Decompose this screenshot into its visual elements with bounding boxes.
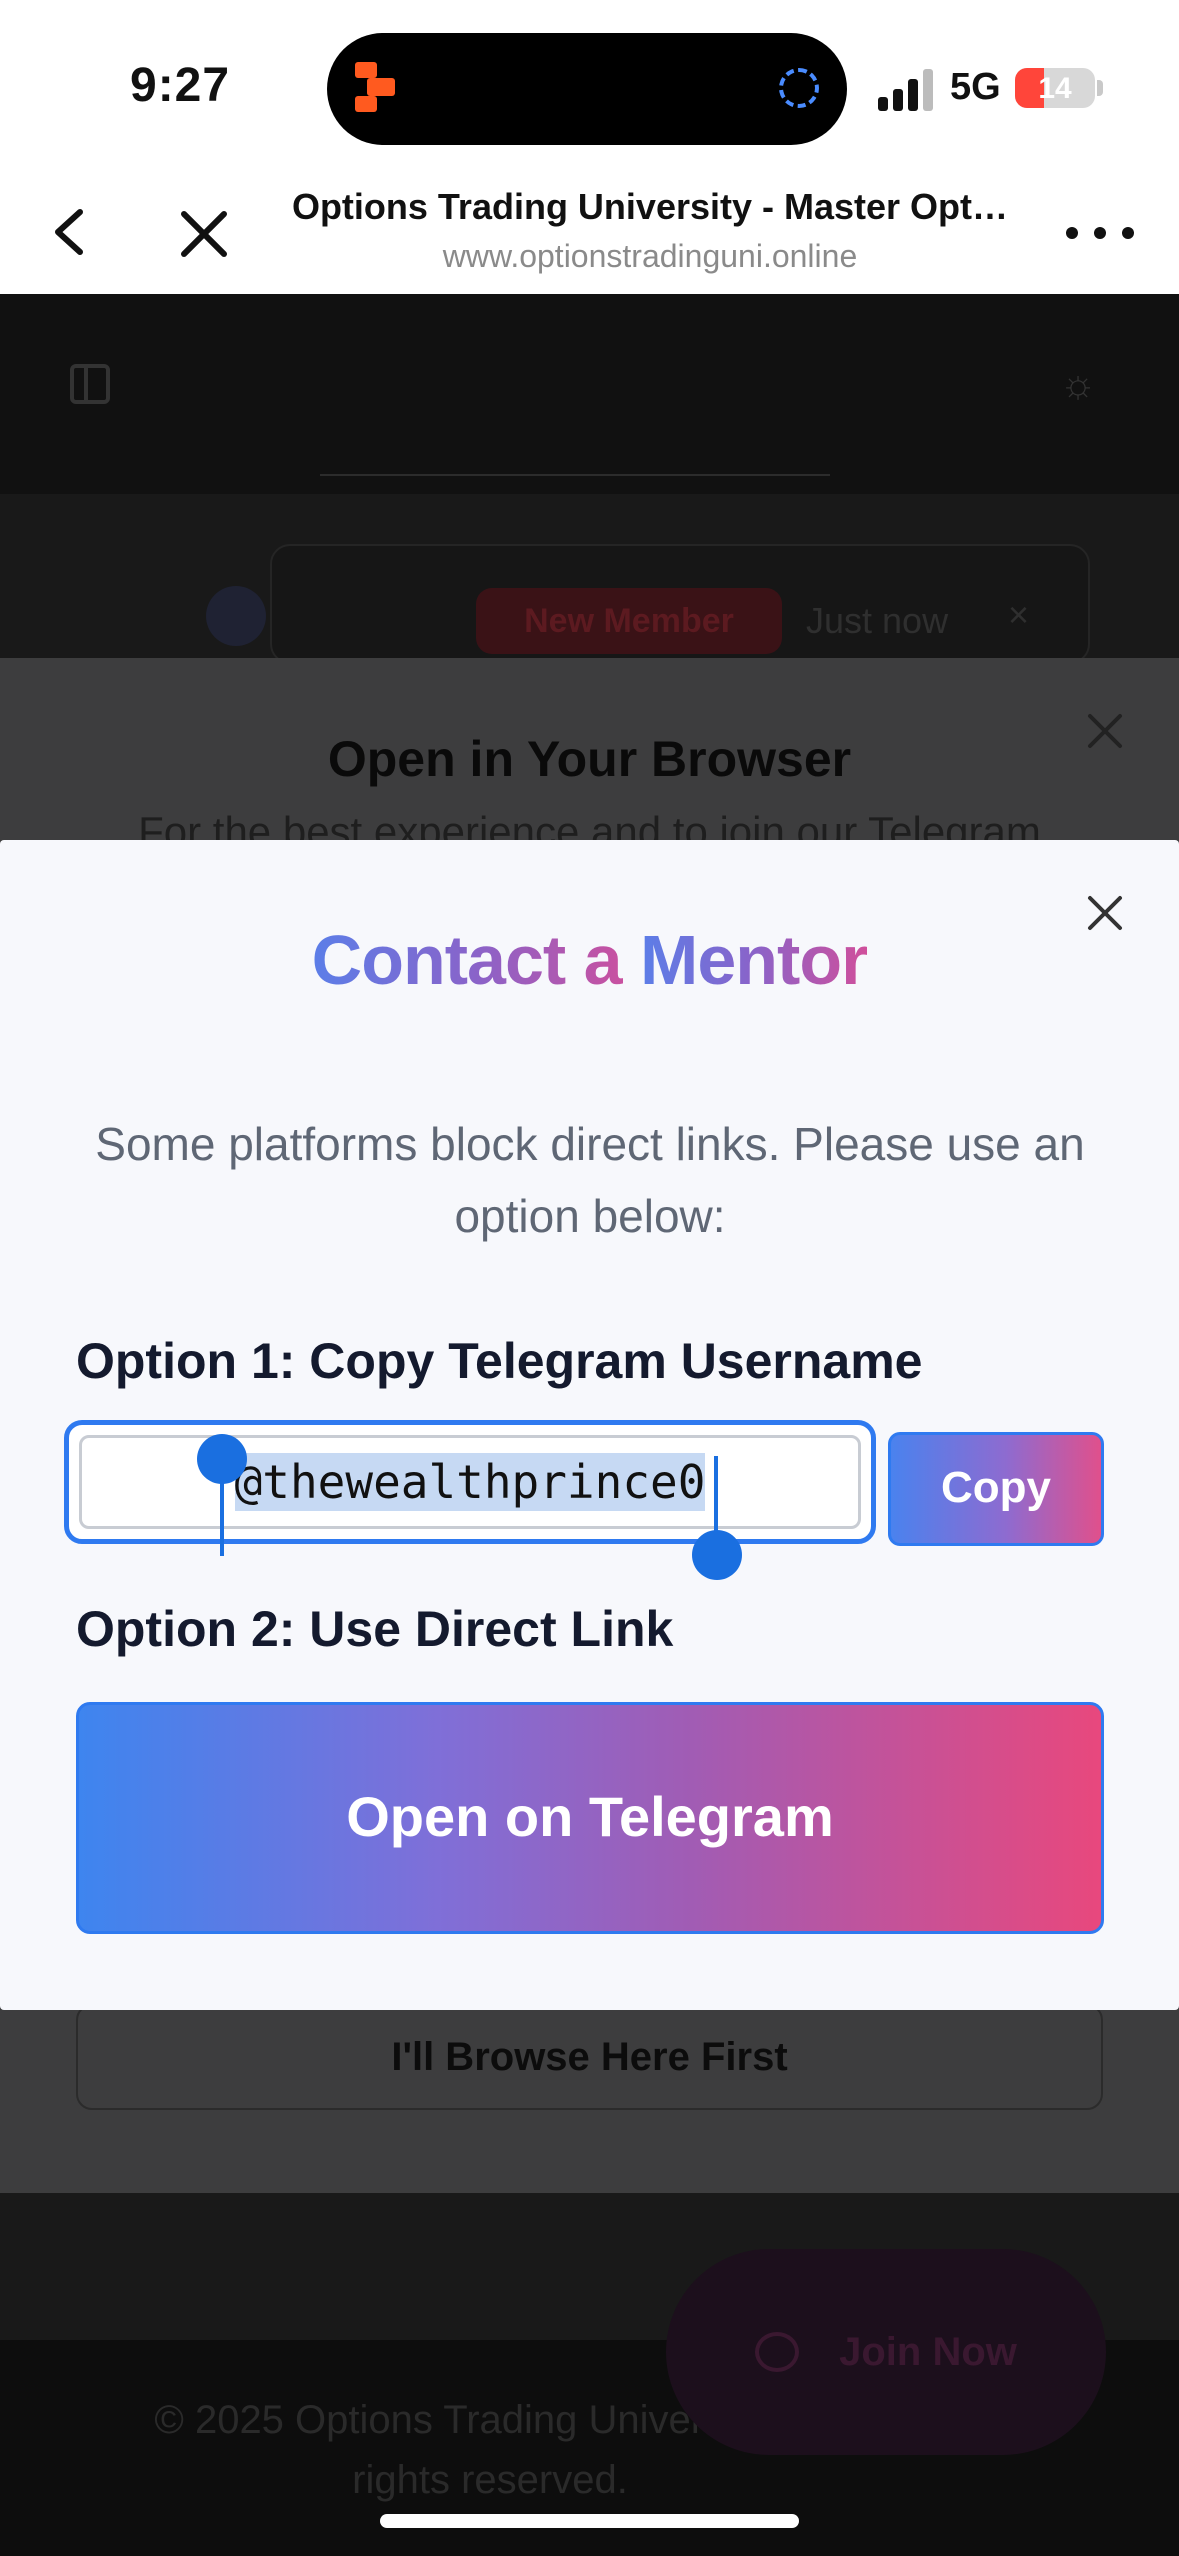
browse-here-button[interactable]: I'll Browse Here First bbox=[76, 2004, 1103, 2110]
modal-title: Contact a Mentor bbox=[0, 920, 1179, 1000]
site-header: ☼ bbox=[0, 294, 1179, 494]
sidebar-toggle-icon[interactable] bbox=[70, 364, 110, 404]
contact-mentor-modal: Contact a Mentor Some platforms block di… bbox=[0, 840, 1179, 2010]
open-telegram-button[interactable]: Open on Telegram bbox=[76, 1702, 1104, 1934]
join-now-button[interactable]: Join Now bbox=[666, 2249, 1106, 2455]
option1-label: Option 1: Copy Telegram Username bbox=[76, 1333, 923, 1389]
username-field-focus-ring: @thewealthprince0 bbox=[64, 1420, 876, 1544]
telegram-username-input[interactable]: @thewealthprince0 bbox=[79, 1435, 861, 1529]
selection-handle-start[interactable] bbox=[197, 1434, 247, 1484]
selected-username-text[interactable]: @thewealthprince0 bbox=[234, 1453, 706, 1511]
browser-navbar: Options Trading University - Master Opt…… bbox=[0, 170, 1179, 294]
dynamic-island[interactable] bbox=[327, 33, 847, 145]
toast-avatar bbox=[206, 586, 266, 646]
close-icon[interactable] bbox=[1082, 708, 1128, 754]
status-bar: 9:27 5G 14 bbox=[0, 0, 1179, 170]
activity-ring-icon bbox=[779, 68, 819, 108]
chevron-left-icon[interactable] bbox=[40, 192, 102, 272]
modal-title-part2: Mentor bbox=[640, 921, 868, 999]
battery-cap bbox=[1097, 80, 1103, 96]
sun-icon[interactable]: ☼ bbox=[1058, 364, 1098, 404]
selection-handle-end[interactable] bbox=[692, 1530, 742, 1580]
toast-time: Just now bbox=[806, 600, 949, 641]
modal-description: Some platforms block direct links. Pleas… bbox=[95, 1118, 1085, 1242]
header-divider bbox=[320, 474, 830, 476]
browser-modal-title: Open in Your Browser bbox=[327, 731, 852, 787]
copy-button[interactable]: Copy bbox=[888, 1432, 1104, 1546]
battery-icon: 14 bbox=[1015, 68, 1095, 108]
close-icon[interactable] bbox=[168, 192, 240, 272]
orange-app-icon bbox=[355, 62, 403, 112]
cellular-signal-icon bbox=[878, 65, 938, 111]
option2-label: Option 2: Use Direct Link bbox=[76, 1601, 674, 1657]
toast-badge: New Member bbox=[476, 588, 782, 654]
status-time: 9:27 bbox=[130, 59, 231, 112]
toast-close-icon[interactable]: × bbox=[1008, 594, 1029, 636]
battery-percent: 14 bbox=[1038, 72, 1072, 105]
page-title: Options Trading University - Master Opt… bbox=[291, 186, 1009, 227]
modal-title-part1: Contact a bbox=[311, 921, 641, 999]
join-now-label: Join Now bbox=[839, 2329, 1017, 2374]
chat-icon bbox=[755, 2332, 800, 2372]
network-type: 5G bbox=[950, 66, 1001, 108]
home-indicator[interactable] bbox=[380, 2514, 799, 2528]
more-dots-icon[interactable] bbox=[1060, 202, 1140, 262]
page-url[interactable]: www.optionstradinguni.online bbox=[270, 238, 1030, 275]
